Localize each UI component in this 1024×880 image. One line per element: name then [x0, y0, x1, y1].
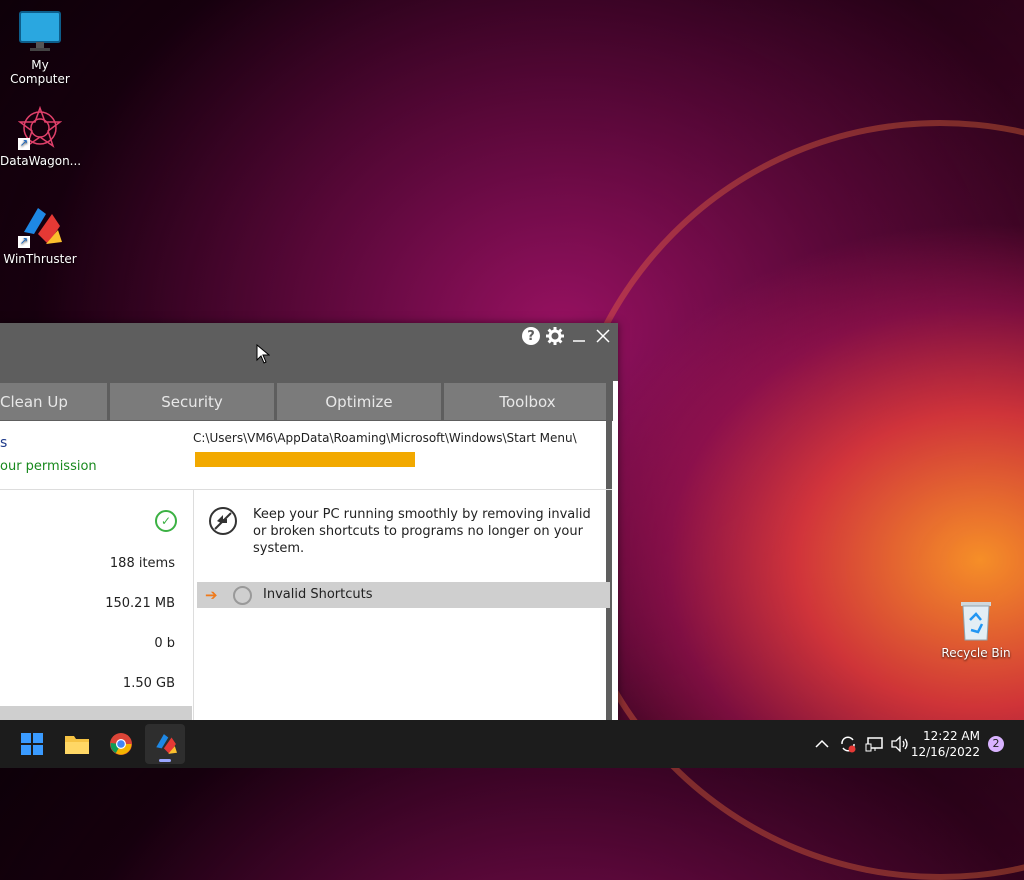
winthruster-icon: [156, 734, 177, 754]
arrow-right-icon: ➔: [205, 586, 218, 604]
window-titlebar[interactable]: ?: [0, 323, 618, 381]
chevron-up-icon: [815, 739, 829, 748]
scan-progress-fill: [195, 452, 415, 467]
broken-shortcut-icon: [209, 507, 237, 535]
show-hidden-icons-button[interactable]: [815, 720, 829, 768]
shortcut-arrow-icon: ↗: [18, 138, 30, 150]
status-heading: s: [0, 435, 8, 451]
scan-progress-bar: [195, 452, 415, 467]
clock-time: 12:22 AM: [923, 729, 980, 743]
volume-icon[interactable]: [890, 720, 910, 768]
tab-clean-up[interactable]: Clean Up: [0, 383, 107, 420]
mouse-cursor-icon: [256, 343, 271, 368]
chrome-icon: [110, 733, 132, 755]
folder-icon: [65, 736, 89, 754]
minimize-icon[interactable]: [570, 327, 588, 345]
desktop-icon-label: DataWagon...: [0, 154, 82, 168]
desktop-icon-label: My Computer: [10, 58, 70, 86]
category-description: Keep your PC running smoothly by removin…: [253, 507, 591, 556]
desktop-icon-label: WinThruster: [3, 252, 77, 266]
network-icon[interactable]: [865, 720, 883, 768]
winthruster-window: ? Clean Up Security Optimize Toolbox s o…: [0, 323, 618, 720]
windows-logo-icon: [21, 733, 43, 755]
clock-date: 12/16/2022: [910, 745, 980, 759]
notification-badge[interactable]: 2: [988, 736, 1004, 752]
desktop-icon-winthruster[interactable]: ↗ WinThruster: [0, 204, 80, 266]
start-button[interactable]: [12, 724, 52, 764]
stat-total: 1.50 GB: [122, 676, 175, 691]
tab-optimize[interactable]: Optimize: [277, 383, 441, 420]
summary-panel: ✓ 188 items 150.21 MB 0 b 1.50 GB: [0, 490, 194, 720]
tab-toolbox[interactable]: Toolbox: [444, 383, 611, 420]
winthruster-taskbar-button[interactable]: [145, 724, 185, 764]
tab-security[interactable]: Security: [110, 383, 274, 420]
main-tabs: Clean Up Security Optimize Toolbox: [0, 381, 613, 421]
taskbar-clock[interactable]: 12:22 AM 12/16/2022: [911, 728, 980, 760]
stat-size: 150.21 MB: [105, 596, 175, 611]
desktop-icon-recycle-bin[interactable]: Recycle Bin: [936, 598, 1016, 660]
details-panel: Keep your PC running smoothly by removin…: [194, 490, 612, 720]
gear-icon[interactable]: [546, 327, 564, 345]
winthruster-icon: ↗: [18, 204, 62, 248]
scan-status: s our permission C:\Users\VM6\AppData\Ro…: [0, 421, 612, 490]
desktop-icon-my-computer[interactable]: My Computer: [0, 10, 80, 86]
permission-text: our permission: [0, 459, 97, 474]
list-item-invalid-shortcuts[interactable]: ➔ Invalid Shortcuts: [197, 582, 610, 608]
broken-shortcut-icon: [233, 586, 252, 605]
list-item-label: Invalid Shortcuts: [263, 587, 373, 602]
desktop-icon-label: Recycle Bin: [941, 646, 1011, 660]
close-icon[interactable]: [594, 327, 612, 345]
summary-footer: [0, 706, 192, 720]
checkmark-icon: ✓: [155, 510, 177, 532]
stat-items: 188 items: [109, 556, 175, 571]
desktop-icon-datawagon[interactable]: ↗ DataWagon...: [0, 105, 82, 168]
recycle-bin-icon: [956, 598, 996, 642]
chrome-button[interactable]: [101, 724, 141, 764]
help-icon[interactable]: ?: [522, 327, 540, 345]
stat-bytes: 0 b: [154, 636, 175, 651]
datawagon-icon: ↗: [17, 105, 63, 150]
monitor-icon: [18, 10, 62, 54]
scan-path: C:\Users\VM6\AppData\Roaming\Microsoft\W…: [193, 431, 577, 445]
taskbar: 12:22 AM 12/16/2022 2: [0, 720, 1024, 768]
sync-status-icon[interactable]: [838, 720, 858, 768]
shortcut-arrow-icon: ↗: [18, 236, 30, 248]
file-explorer-button[interactable]: [57, 724, 97, 764]
